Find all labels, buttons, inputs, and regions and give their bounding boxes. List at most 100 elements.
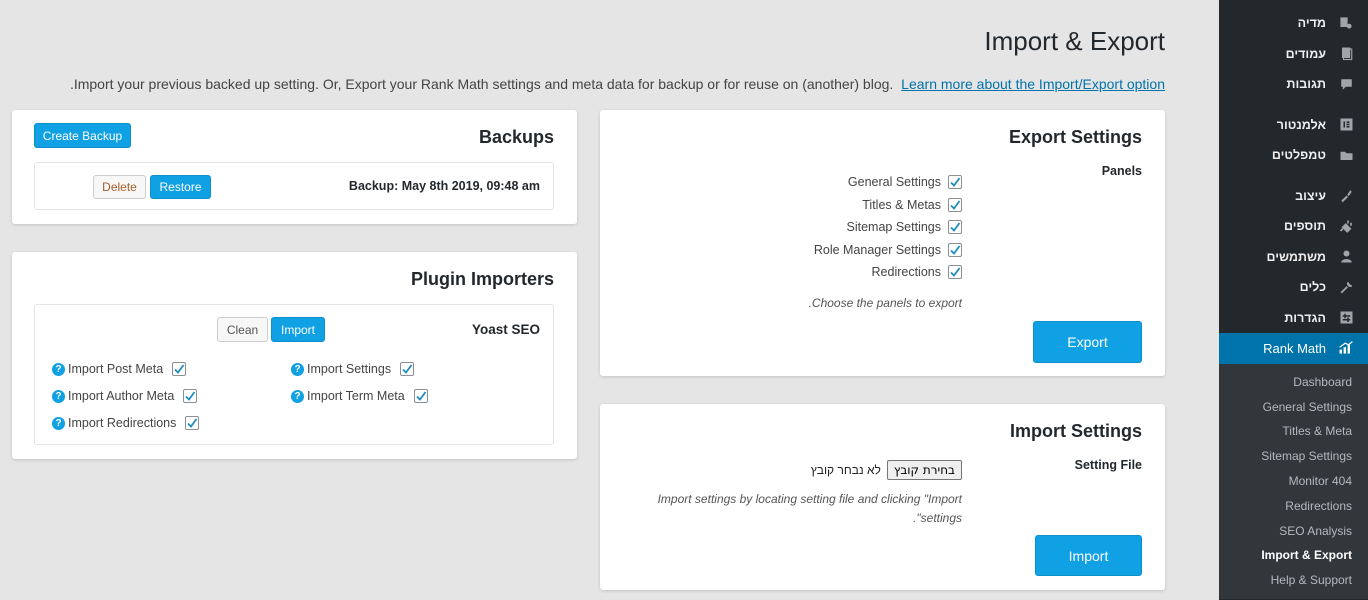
sidebar-item-label: Rank Math <box>1263 340 1326 356</box>
no-file-label: לא נבחר קובץ <box>810 463 881 477</box>
importer-box: Yoast SEO Clean Import ? Import Post Met… <box>34 304 554 445</box>
import-button[interactable]: Import <box>1035 535 1142 576</box>
submenu-item-seo-analysis[interactable]: SEO Analysis <box>1219 518 1368 543</box>
delete-backup-button[interactable]: Delete <box>93 175 146 199</box>
restore-backup-button[interactable]: Restore <box>150 175 211 199</box>
clean-button[interactable]: Clean <box>217 317 268 342</box>
checkbox-checked[interactable] <box>948 175 962 190</box>
panel-option[interactable]: Sitemap Settings <box>846 219 962 236</box>
help-icon[interactable]: ? <box>52 362 65 376</box>
panels-label: Panels <box>1101 164 1142 178</box>
help-icon[interactable]: ? <box>52 416 65 430</box>
option-import-term-meta[interactable]: ? Import Term Meta <box>291 389 428 403</box>
submenu-item-sitemap-settings[interactable]: Sitemap Settings <box>1219 444 1368 469</box>
rank-math-icon <box>1336 338 1356 358</box>
sidebar-item-media[interactable]: מדיה <box>1219 8 1368 39</box>
option-import-author-meta[interactable]: ? Import Author Meta <box>52 389 198 403</box>
sidebar-item-tools[interactable]: כלים <box>1219 272 1368 303</box>
checkbox-checked[interactable] <box>183 389 198 403</box>
users-icon <box>1336 247 1356 267</box>
templates-icon <box>1336 145 1356 165</box>
elementor-icon <box>1336 115 1356 135</box>
backups-card: Backups Create Backup Backup: May 8th 20… <box>12 110 577 224</box>
sidebar-item-label: תוספים <box>1283 219 1326 234</box>
sidebar-item-elementor[interactable]: אלמנטור <box>1219 110 1368 141</box>
sidebar-item-label: מדיה <box>1297 16 1326 31</box>
sidebar-item-settings[interactable]: הגדרות <box>1219 303 1368 334</box>
sidebar-item-users[interactable]: משתמשים <box>1219 242 1368 273</box>
panel-label: Sitemap Settings <box>846 220 942 235</box>
sidebar-item-label: עמודים <box>1285 46 1326 61</box>
checkbox-checked[interactable] <box>948 197 962 212</box>
submenu-item-dashboard[interactable]: Dashboard <box>1219 370 1368 395</box>
checkbox-checked[interactable] <box>400 362 415 376</box>
option-label: Import Term Meta <box>307 389 405 403</box>
choose-file-button[interactable]: בחירת קובץ <box>886 460 962 480</box>
help-icon[interactable]: ? <box>291 362 304 376</box>
panels-list: General Settings Titles & Metas Sitemap … <box>814 174 962 281</box>
create-backup-button[interactable]: Create Backup <box>34 123 131 148</box>
appearance-icon <box>1336 186 1356 206</box>
panel-option[interactable]: Titles & Metas <box>862 197 962 214</box>
option-label: Import Redirections <box>68 416 177 430</box>
sidebar-item-rank-math[interactable]: Rank Math <box>1212 333 1368 364</box>
import-plugin-button[interactable]: Import <box>271 317 325 342</box>
submenu-item-general-settings[interactable]: General Settings <box>1219 394 1368 419</box>
submenu-item-redirections[interactable]: Redirections <box>1219 493 1368 518</box>
import-settings-title: Import Settings <box>1009 421 1142 441</box>
sidebar-item-plugins[interactable]: תוספים <box>1219 211 1368 242</box>
page-title: Import & Export <box>984 26 1165 56</box>
submenu-item-monitor-404[interactable]: Monitor 404 <box>1219 469 1368 494</box>
panel-label: Titles & Metas <box>862 197 941 212</box>
admin-sidebar: מדיה עמודים תגובות אלמנטור טמפלטים עיצוב <box>1212 0 1368 600</box>
panel-label: General Settings <box>847 175 941 190</box>
checkbox-checked[interactable] <box>948 220 962 235</box>
export-settings-card: Export Settings Panels General Settings … <box>600 110 1165 376</box>
sidebar-item-templates[interactable]: טמפלטים <box>1219 140 1368 171</box>
import-settings-card: Import Settings Setting File בחירת קובץ … <box>600 404 1165 590</box>
option-label: Import Author Meta <box>68 389 175 403</box>
sidebar-item-label: משתמשים <box>1266 249 1326 264</box>
panel-option[interactable]: Role Manager Settings <box>814 242 962 259</box>
submenu-item-titles-meta[interactable]: Titles & Meta <box>1219 419 1368 444</box>
file-picker[interactable]: בחירת קובץ לא נבחר קובץ <box>811 460 962 480</box>
submenu-item-help-support[interactable]: Help & Support <box>1219 568 1368 593</box>
import-hint: Import settings by locating setting file… <box>658 490 962 527</box>
checkbox-checked[interactable] <box>413 389 428 403</box>
panel-option[interactable]: Redirections <box>872 264 962 281</box>
help-icon[interactable]: ? <box>291 389 304 403</box>
plugin-name: Yoast SEO <box>471 322 540 337</box>
sidebar-item-label: אלמנטור <box>1276 117 1326 132</box>
panel-label: Redirections <box>871 265 941 280</box>
option-import-post-meta[interactable]: ? Import Post Meta <box>52 362 187 376</box>
backups-title: Backups <box>478 127 554 147</box>
option-import-settings[interactable]: ? Import Settings <box>291 362 415 376</box>
checkbox-checked[interactable] <box>948 242 962 257</box>
setting-file-label: Setting File <box>1074 458 1142 472</box>
import-hint-line2: ."settings <box>913 510 962 525</box>
submenu-item-import-export[interactable]: Import & Export <box>1219 543 1368 568</box>
checkbox-checked[interactable] <box>172 362 187 376</box>
sidebar-item-label: עיצוב <box>1295 188 1326 203</box>
checkbox-checked[interactable] <box>948 265 962 280</box>
sidebar-item-comments[interactable]: תגובות <box>1219 69 1368 100</box>
plugin-importers-card: Plugin Importers Yoast SEO Clean Import … <box>12 252 577 459</box>
sidebar-item-pages[interactable]: עמודים <box>1219 39 1368 70</box>
help-icon[interactable]: ? <box>52 389 65 403</box>
sidebar-item-label: הגדרות <box>1284 310 1326 325</box>
plugins-icon <box>1336 216 1356 236</box>
sidebar-item-appearance[interactable]: עיצוב <box>1219 181 1368 212</box>
learn-more-link[interactable]: Learn more about the Import/Export optio… <box>901 76 1165 92</box>
plugin-importers-title: Plugin Importers <box>410 269 554 289</box>
rank-math-submenu: Dashboard General Settings Titles & Meta… <box>1219 363 1368 599</box>
panel-option[interactable]: General Settings <box>848 174 962 191</box>
option-import-redirections[interactable]: ? Import Redirections <box>52 416 200 430</box>
comments-icon <box>1336 74 1356 94</box>
tools-icon <box>1336 277 1356 297</box>
intro-text: .Import your previous backed up setting.… <box>70 76 1165 92</box>
export-button[interactable]: Export <box>1033 321 1142 363</box>
option-label: Import Settings <box>307 362 392 376</box>
export-settings-title: Export Settings <box>1008 127 1142 147</box>
checkbox-checked[interactable] <box>185 416 200 430</box>
sidebar-item-label: כלים <box>1299 280 1326 295</box>
